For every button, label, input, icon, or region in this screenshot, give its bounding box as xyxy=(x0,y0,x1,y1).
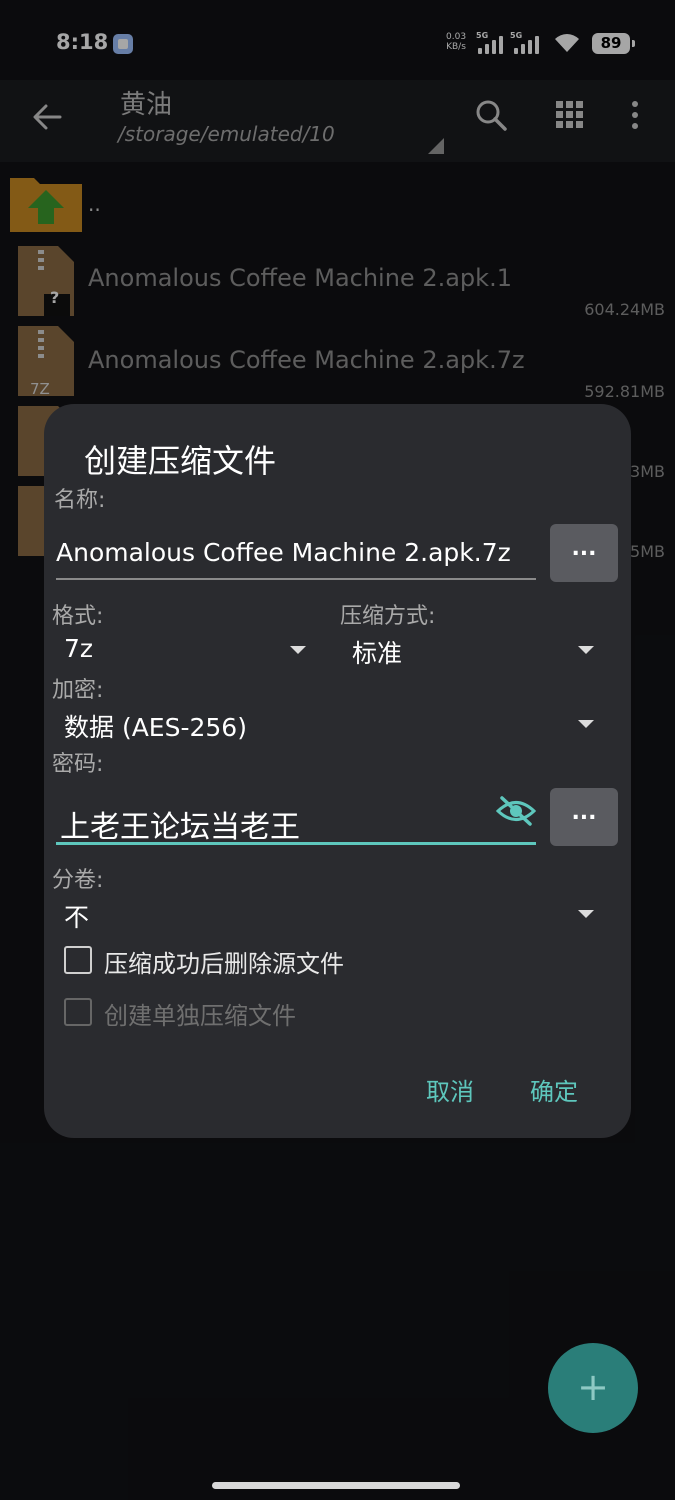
compression-method-select[interactable]: 标准 xyxy=(352,634,402,670)
separate-archive-label: 创建单独压缩文件 xyxy=(104,1002,296,1030)
archive-name-input[interactable]: Anomalous Coffee Machine 2.apk.7z xyxy=(56,538,511,567)
password-input[interactable]: 上老王论坛当老王 xyxy=(60,802,300,846)
split-volume-select[interactable]: 不 xyxy=(64,898,89,934)
volume-dropdown-icon[interactable] xyxy=(578,910,594,918)
add-fab-button[interactable]: + xyxy=(548,1343,638,1433)
dialog-title: 创建压缩文件 xyxy=(84,442,277,480)
cancel-button[interactable]: 取消 xyxy=(426,1072,474,1107)
compression-method-label: 压缩方式: xyxy=(340,604,436,629)
format-select[interactable]: 7z xyxy=(64,634,93,663)
method-dropdown-icon[interactable] xyxy=(578,646,594,654)
name-label: 名称: xyxy=(54,488,106,513)
password-options-button[interactable]: ... xyxy=(550,788,618,846)
delete-source-label[interactable]: 压缩成功后删除源文件 xyxy=(104,944,344,979)
separate-archive-checkbox xyxy=(64,998,92,1026)
password-underline xyxy=(56,842,536,845)
encryption-dropdown-icon[interactable] xyxy=(578,720,594,728)
name-underline xyxy=(56,578,536,580)
format-dropdown-icon[interactable] xyxy=(290,646,306,654)
delete-source-checkbox[interactable] xyxy=(64,946,92,974)
encryption-select[interactable]: 数据 (AES-256) xyxy=(64,708,247,744)
create-archive-dialog: 创建压缩文件 名称: Anomalous Coffee Machine 2.ap… xyxy=(44,404,631,1138)
password-label: 密码: xyxy=(52,752,104,777)
encryption-label: 加密: xyxy=(52,678,104,703)
format-label: 格式: xyxy=(52,604,104,629)
ok-button[interactable]: 确定 xyxy=(530,1072,578,1107)
hide-password-icon[interactable] xyxy=(496,796,536,826)
home-indicator[interactable] xyxy=(212,1482,460,1489)
split-volume-label: 分卷: xyxy=(52,868,104,893)
browse-name-button[interactable]: ... xyxy=(550,524,618,582)
plus-icon: + xyxy=(577,1365,609,1409)
